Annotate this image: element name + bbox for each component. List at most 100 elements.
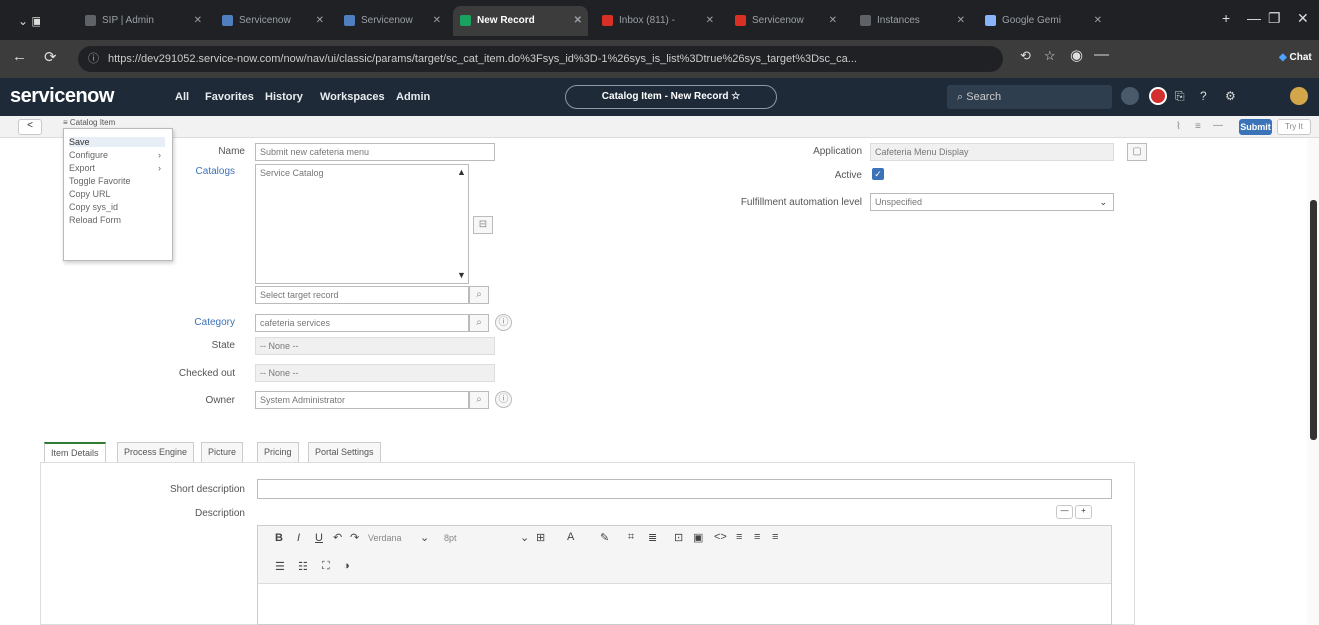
numbered-list-icon[interactable]: ☷ [298,560,308,573]
browser-tab[interactable]: Instances ✕ [853,6,971,36]
underline-icon[interactable]: U [315,532,323,544]
try-it-button[interactable]: Try It [1277,119,1311,135]
site-info-icon[interactable]: ⓘ [88,50,99,66]
highlight-icon[interactable]: ✎ [600,531,609,544]
table-icon[interactable]: ⊞ [536,531,545,544]
avatar[interactable] [1290,87,1308,105]
more-icon[interactable]: — [1213,120,1223,131]
active-checkbox[interactable]: ✓ [872,168,884,180]
back-icon[interactable]: ← [12,48,27,65]
category-info-icon[interactable]: ⓘ [495,314,512,331]
browser-tab[interactable]: Servicenow ✕ [728,6,843,36]
contrast-icon[interactable]: ◑ [343,560,350,572]
owner-field[interactable]: System Administrator [255,391,469,409]
catalogs-remove-icon[interactable]: ⊟ [473,216,493,234]
catalogs-label[interactable]: Catalogs [65,166,235,177]
url-input[interactable]: https://dev291052.service-now.com/now/na… [78,46,1003,72]
browser-tab[interactable]: Google Gemi ✕ [978,6,1108,36]
fulfillment-select[interactable]: Unspecified ⌄ [870,193,1114,211]
italic-icon[interactable]: I [297,532,300,544]
close-tab-icon[interactable]: ✕ [706,6,714,36]
fullscreen-icon[interactable]: ⛶ [322,560,330,573]
more-options-icon[interactable]: — [1094,46,1109,63]
browser-tab[interactable]: SIP | Admin ✕ [78,6,208,36]
browser-menu-icon[interactable]: ⌄ ▣ [10,6,40,36]
expand-button[interactable]: + [1075,505,1092,519]
context-menu-item[interactable]: Reload Form [69,215,165,225]
global-search-input[interactable]: ⌕ Search [947,85,1112,109]
format-clear-icon[interactable]: ≣ [648,531,657,544]
close-tab-icon[interactable]: ✕ [194,6,202,36]
maximize-icon[interactable]: ❐ [1268,10,1281,27]
link-icon[interactable]: ⌗ [628,531,634,544]
reload-icon[interactable]: ⟳ [44,48,57,66]
name-field[interactable]: Submit new cafeteria menu [255,143,495,161]
extensions-icon[interactable]: ⟲ [1020,48,1031,64]
media-icon[interactable]: ▣ [693,531,703,544]
close-tab-icon[interactable]: ✕ [829,6,837,36]
catalogs-target-input[interactable]: Select target record [255,286,469,304]
owner-info-icon[interactable]: ⓘ [495,391,512,408]
close-window-icon[interactable]: ✕ [1297,10,1309,27]
redo-icon[interactable]: ↷ [350,531,359,544]
catalogs-listbox[interactable]: Service Catalog [255,164,469,284]
scroll-up-icon[interactable]: ▲ [457,167,466,177]
context-menu-item[interactable]: Toggle Favorite [69,176,165,186]
browser-tab[interactable]: Servicenow ✕ [337,6,447,36]
tab-portal-settings[interactable]: Portal Settings [308,442,381,462]
image-icon[interactable]: ⊡ [674,531,683,544]
bold-icon[interactable]: B [275,532,283,544]
context-menu-item[interactable]: Copy URL [69,189,165,199]
browser-tab[interactable]: Inbox (811) - ✕ [595,6,720,36]
category-field[interactable]: cafeteria services [255,314,469,332]
catalogs-lookup-icon[interactable]: ⌕ [469,286,489,304]
nav-history[interactable]: History [265,91,303,103]
minimize-icon[interactable]: — [1247,10,1261,26]
search-scope-icon[interactable] [1121,87,1139,105]
nav-workspaces[interactable]: Workspaces [320,91,385,103]
align-right-icon[interactable]: ≡ [772,531,778,543]
scrollbar-thumb[interactable] [1310,200,1317,440]
help-icon[interactable]: ? [1200,89,1207,103]
close-tab-icon[interactable]: ✕ [316,6,324,36]
chat-button[interactable]: ◆ Chat [1279,46,1315,70]
submit-button[interactable]: Submit [1239,119,1272,135]
tab-process-engine[interactable]: Process Engine [117,442,195,462]
new-tab-icon[interactable]: + [1222,10,1230,26]
align-center-icon[interactable]: ≡ [754,531,760,543]
close-tab-icon[interactable]: ✕ [574,6,582,36]
undo-icon[interactable]: ↶ [333,531,342,544]
code-icon[interactable]: <> [714,531,727,543]
font-family-select[interactable]: Verdana [368,533,402,543]
back-button[interactable]: < [18,119,42,135]
notifications-icon[interactable]: ⚙ [1225,89,1236,103]
context-menu-item[interactable]: Copy sys_id [69,202,165,212]
category-label[interactable]: Category [65,317,235,328]
application-info-icon[interactable]: ▢ [1127,143,1147,161]
attachment-icon[interactable]: ⌇ [1176,121,1181,132]
context-pill[interactable]: Catalog Item - New Record ☆ [565,85,777,109]
owner-lookup-icon[interactable]: ⌕ [469,391,489,409]
browser-tab[interactable]: New Record ✕ [453,6,588,36]
tab-picture[interactable]: Picture [201,442,244,462]
close-tab-icon[interactable]: ✕ [957,6,965,36]
category-lookup-icon[interactable]: ⌕ [469,314,489,332]
settings-icon[interactable]: ≡ [1195,121,1201,132]
short-description-field[interactable] [257,479,1112,499]
favorites-icon[interactable]: ☆ [1044,48,1056,64]
collapse-button[interactable]: — [1056,505,1073,519]
tab-item-details[interactable]: Item Details [44,442,106,462]
bullet-list-icon[interactable]: ☰ [275,560,285,573]
tab-pricing[interactable]: Pricing [257,442,299,462]
nav-all[interactable]: All [175,91,189,103]
close-tab-icon[interactable]: ✕ [1094,6,1102,36]
browser-tab[interactable]: Servicenow ✕ [215,6,330,36]
servicenow-logo[interactable]: servicenow [10,85,114,108]
text-color-icon[interactable]: A [567,531,574,543]
nav-favorites[interactable]: Favorites [205,91,254,103]
profile-icon[interactable]: ◉ [1070,46,1083,64]
chat-icon[interactable]: ⎘ [1175,89,1185,104]
close-tab-icon[interactable]: ✕ [433,6,441,36]
align-left-icon[interactable]: ≡ [736,531,742,543]
scroll-down-icon[interactable]: ▼ [457,270,466,280]
